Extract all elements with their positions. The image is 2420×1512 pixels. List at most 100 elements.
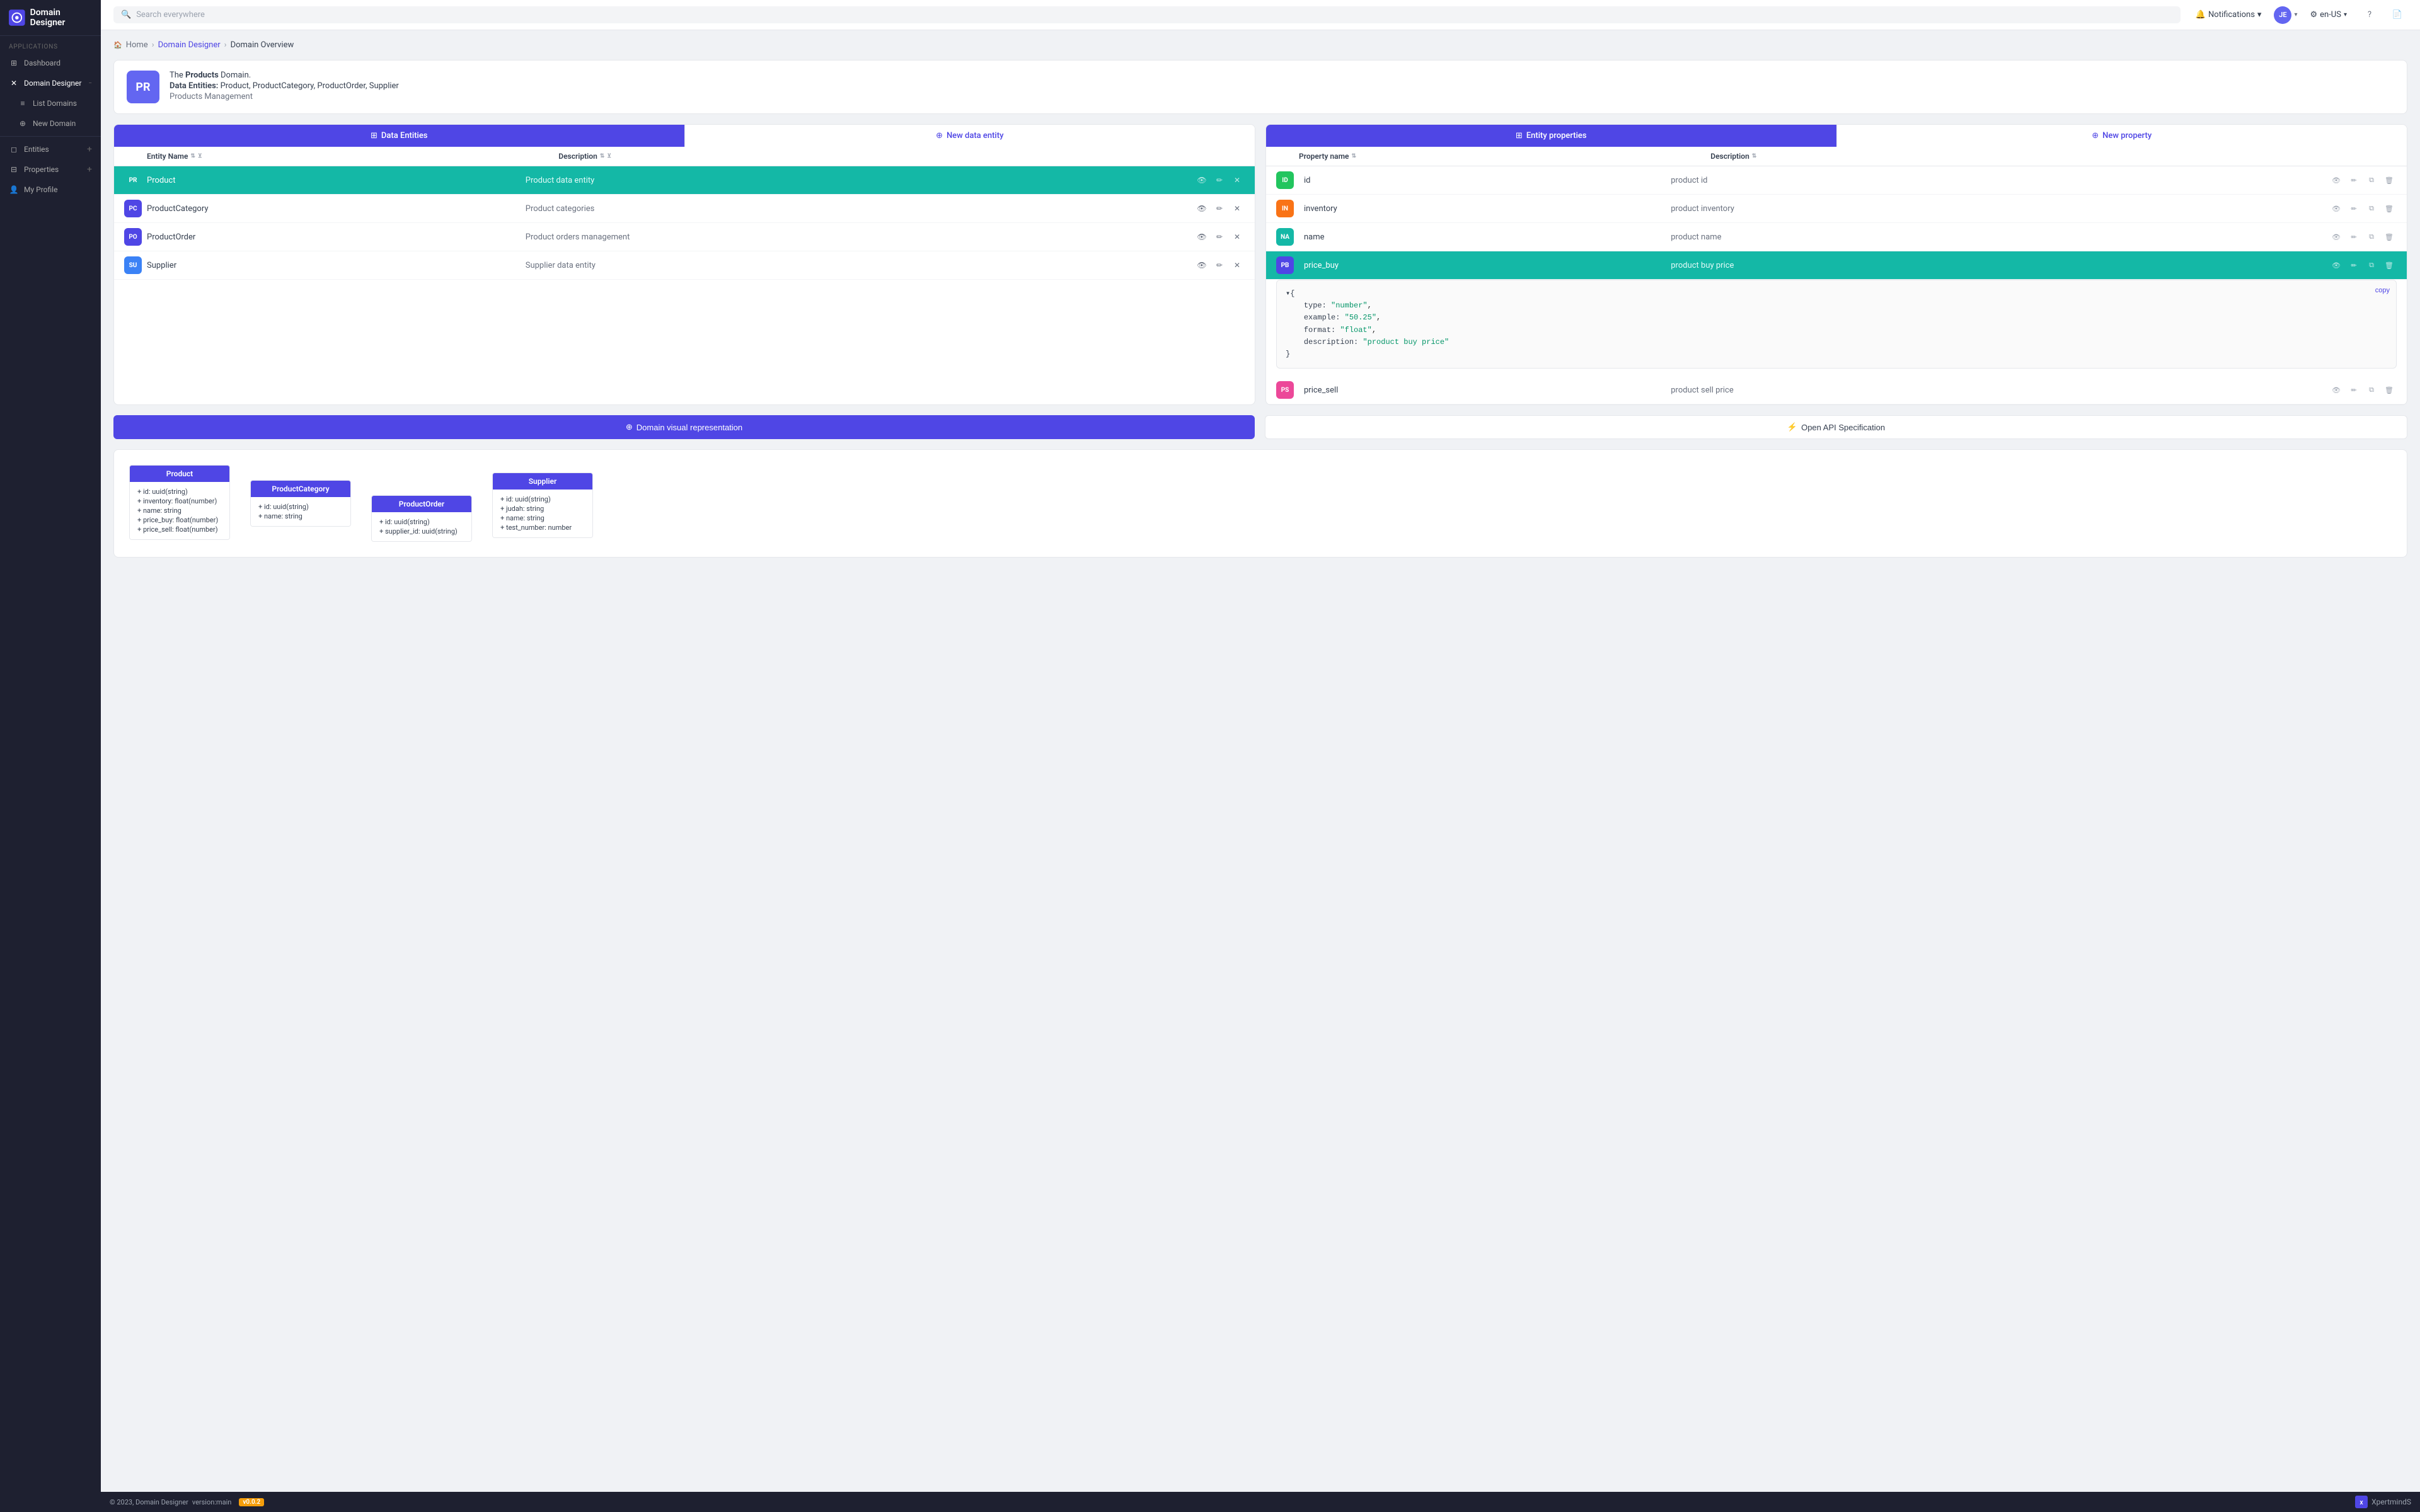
plus-circle-icon: ⊕ [2092, 131, 2099, 140]
main-area: 🔍 Search everywhere 🔔 Notifications ▾ JE… [101, 0, 2420, 1512]
entity-properties-tab[interactable]: ⊞ Entity properties [1266, 125, 1836, 147]
edit-entity-button[interactable]: ✏ [1212, 201, 1227, 216]
entity-desc-cell: Supplier data entity [526, 261, 1194, 270]
sidebar-properties-row: Properties + [24, 164, 92, 175]
data-entities-tab[interactable]: ⊞ Data Entities [114, 125, 684, 147]
prop-desc-cell: product inventory [1671, 204, 2329, 214]
notifications-button[interactable]: 🔔 Notifications ▾ [2191, 8, 2267, 22]
view-entity-button[interactable]: 👁 [1194, 258, 1209, 273]
edit-entity-button[interactable]: ✏ [1212, 258, 1227, 273]
entities-table: Entity Name ⇅ ⊻ Description ⇅ ⊻ [114, 147, 1255, 280]
view-prop-button[interactable]: 👁 [2329, 229, 2344, 244]
diagram-entity-supplier: Supplier + id: uuid(string) + judah: str… [492, 472, 593, 538]
new-property-button[interactable]: ⊕ New property [1836, 125, 2407, 147]
table-row[interactable]: PR Product Product data entity 👁 ✏ ✕ [114, 166, 1255, 195]
domain-title-post: Domain. [219, 71, 251, 80]
edit-prop-button[interactable]: ✏ [2346, 382, 2361, 398]
entity-name-cell: PC ProductCategory [124, 200, 526, 217]
sidebar-item-my-profile[interactable]: 👤 My Profile [0, 180, 101, 200]
sidebar-domain-designer-row: Domain Designer − [24, 79, 92, 88]
sidebar-item-entities[interactable]: ◻ Entities + [0, 139, 101, 159]
table-icon: ⊞ [371, 131, 377, 140]
openapi-spec-button[interactable]: ⚡ Open API Specification [1265, 415, 2407, 439]
prop-row-actions: 👁 ✏ ⧉ 🗑 [2329, 258, 2397, 273]
property-row[interactable]: ID id product id 👁 ✏ ⧉ 🗑 [1266, 166, 2407, 195]
edit-prop-button[interactable]: ✏ [2346, 201, 2361, 216]
chevron-down-icon: ▾ [2344, 11, 2347, 18]
copy-prop-button[interactable]: ⧉ [2364, 258, 2379, 273]
new-data-entity-button[interactable]: ⊕ New data entity [684, 125, 1255, 147]
diagram-field: + judah: string [500, 504, 585, 513]
delete-entity-button[interactable]: ✕ [1230, 201, 1245, 216]
sidebar-item-list-domains[interactable]: ≡ List Domains [0, 93, 101, 113]
copy-prop-button[interactable]: ⧉ [2364, 229, 2379, 244]
edit-prop-button[interactable]: ✏ [2346, 258, 2361, 273]
delete-entity-button[interactable]: ✕ [1230, 229, 1245, 244]
view-entity-button[interactable]: 👁 [1194, 229, 1209, 244]
data-entities-panel-header: ⊞ Data Entities ⊕ New data entity [114, 125, 1255, 147]
view-entity-button[interactable]: 👁 [1194, 173, 1209, 188]
properties-add-icon[interactable]: + [87, 164, 92, 175]
property-row[interactable]: PS price_sell product sell price 👁 ✏ ⧉ 🗑 [1266, 376, 2407, 404]
table-row[interactable]: PO ProductOrder Product orders managemen… [114, 223, 1255, 251]
prop-name-cell: IN inventory [1276, 200, 1671, 217]
diagram-field: + name: string [258, 512, 343, 521]
delete-prop-button[interactable]: 🗑 [2382, 382, 2397, 398]
domain-description: Products Management [170, 92, 2394, 101]
table-row[interactable]: SU Supplier Supplier data entity 👁 ✏ ✕ [114, 251, 1255, 280]
sidebar-item-properties[interactable]: ⊟ Properties + [0, 159, 101, 180]
sort-icon-2: ⇅ [600, 153, 605, 159]
diagram-entity-header: Supplier [493, 473, 592, 490]
delete-prop-button[interactable]: 🗑 [2382, 201, 2397, 216]
search-bar[interactable]: 🔍 Search everywhere [113, 6, 2181, 23]
copy-prop-button[interactable]: ⧉ [2364, 173, 2379, 188]
property-row[interactable]: IN inventory product inventory 👁 ✏ ⧉ 🗑 [1266, 195, 2407, 223]
visual-representation-button[interactable]: ⊕ Domain visual representation [113, 415, 1255, 439]
prop-desc-cell: product buy price [1671, 261, 2329, 270]
property-row[interactable]: NA name product name 👁 ✏ ⧉ 🗑 [1266, 223, 2407, 251]
entity-name-cell: PO ProductOrder [124, 228, 526, 246]
view-prop-button[interactable]: 👁 [2329, 201, 2344, 216]
delete-prop-button[interactable]: 🗑 [2382, 173, 2397, 188]
language-label: en-US [2320, 10, 2341, 20]
sidebar-item-domain-designer[interactable]: ✕ Domain Designer − [0, 73, 101, 93]
json-preview: copy ▾{ type: "number", example: "50.25"… [1276, 280, 2397, 369]
edit-entity-button[interactable]: ✏ [1212, 173, 1227, 188]
diagram-entity-body: + id: uuid(string) + inventory: float(nu… [130, 482, 229, 539]
property-row[interactable]: PB price_buy product buy price 👁 ✏ ⧉ 🗑 [1266, 251, 2407, 280]
copy-json-button[interactable]: copy [2375, 285, 2390, 297]
sidebar-item-dashboard[interactable]: ⊞ Dashboard [0, 53, 101, 73]
copy-prop-button[interactable]: ⧉ [2364, 382, 2379, 398]
breadcrumb-domain-designer[interactable]: Domain Designer [158, 40, 221, 50]
chevron-icon: − [88, 80, 92, 87]
user-menu[interactable]: JE ▾ [2274, 6, 2297, 24]
edit-prop-button[interactable]: ✏ [2346, 229, 2361, 244]
edit-prop-button[interactable]: ✏ [2346, 173, 2361, 188]
table-row[interactable]: PC ProductCategory Product categories 👁 … [114, 195, 1255, 223]
view-prop-button[interactable]: 👁 [2329, 382, 2344, 398]
help-button[interactable]: ? [2360, 5, 2380, 25]
panels-row: ⊞ Data Entities ⊕ New data entity Ent [113, 124, 2407, 405]
docs-button[interactable]: 📄 [2387, 5, 2407, 25]
view-prop-button[interactable]: 👁 [2329, 258, 2344, 273]
entities-add-icon[interactable]: + [87, 144, 92, 154]
delete-prop-button[interactable]: 🗑 [2382, 258, 2397, 273]
delete-prop-button[interactable]: 🗑 [2382, 229, 2397, 244]
view-prop-button[interactable]: 👁 [2329, 173, 2344, 188]
entity-name-text: ProductOrder [147, 232, 195, 242]
entity-icon: PO [124, 228, 142, 246]
sidebar-entities-row: Entities + [24, 144, 92, 154]
copy-prop-button[interactable]: ⧉ [2364, 201, 2379, 216]
x-icon: ✕ [9, 78, 19, 88]
language-selector[interactable]: ⚙ en-US ▾ [2305, 8, 2352, 22]
delete-entity-button[interactable]: ✕ [1230, 173, 1245, 188]
svg-text:X: X [2360, 1500, 2363, 1506]
sidebar-item-new-domain[interactable]: ⊕ New Domain [0, 113, 101, 134]
prop-name-cell: PS price_sell [1276, 381, 1671, 399]
prop-icon: PS [1276, 381, 1294, 399]
footer-copyright: © 2023, Domain Designer [110, 1498, 188, 1506]
view-entity-button[interactable]: 👁 [1194, 201, 1209, 216]
delete-entity-button[interactable]: ✕ [1230, 258, 1245, 273]
edit-entity-button[interactable]: ✏ [1212, 229, 1227, 244]
breadcrumb-home[interactable]: Home [126, 40, 148, 50]
